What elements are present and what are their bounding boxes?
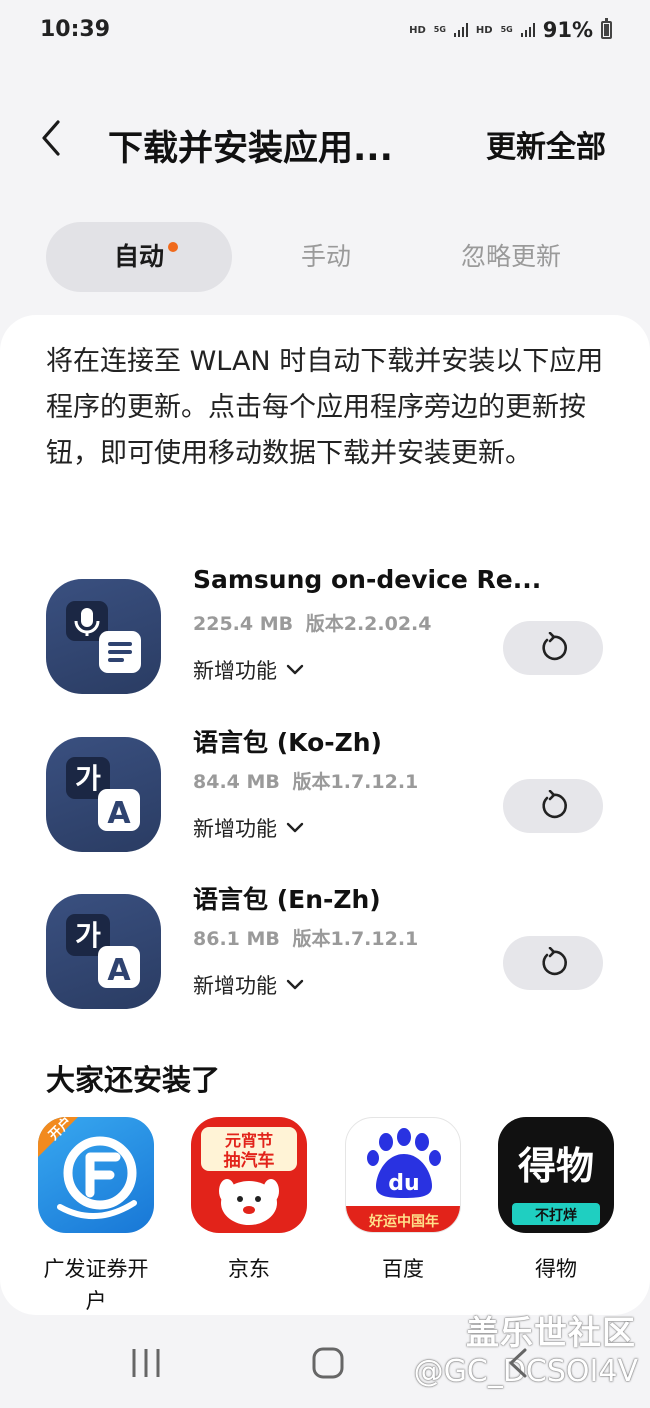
app-list-item: 가 A 语言包 (Ko-Zh) 84.4 MB 版本1.7.12.1 新增功能: [0, 723, 650, 863]
tab-label: 自动: [113, 242, 164, 271]
app-version: 版本1.7.12.1: [292, 928, 419, 950]
tab-ignored[interactable]: 忽略更新: [426, 222, 596, 292]
tab-label: 手动: [300, 242, 351, 271]
recommended-app-gf[interactable]: 开户 广发证券开户: [31, 1117, 161, 1317]
app-list-item: 가 A 语言包 (En-Zh) 86.1 MB 版本1.7.12.1 新增功能: [0, 880, 650, 1020]
signal-icon: [453, 23, 468, 37]
dewu-icon: 得物 不打烊: [498, 1117, 614, 1233]
app-version: 版本2.2.02.4: [305, 613, 432, 635]
icon-text: du: [388, 1171, 419, 1196]
status-icons: HD 5G HD 5G 91%: [409, 18, 612, 42]
app-bar: 下载并安装应用... 更新全部: [0, 100, 650, 180]
app-meta: 86.1 MB 版本1.7.12.1: [193, 924, 418, 951]
whats-new-label: 新增功能: [193, 817, 277, 841]
baidu-paw-icon: du 好运中国年: [345, 1117, 461, 1233]
chevron-down-icon: [286, 979, 304, 990]
app-meta: 225.4 MB 版本2.2.02.4: [193, 609, 432, 636]
chevron-left-icon: [42, 120, 60, 156]
chevron-down-icon: [286, 822, 304, 833]
section-title: 大家还安装了: [46, 1063, 221, 1097]
whats-new-label: 新增功能: [193, 659, 277, 683]
recommended-app-dewu[interactable]: 得物 不打烊 得物: [491, 1117, 621, 1285]
new-badge-dot: [168, 242, 178, 252]
update-button[interactable]: [503, 936, 603, 990]
icon-banner: 好运中国年: [368, 1213, 439, 1230]
home-icon: [312, 1347, 344, 1379]
icon-glyph: A: [107, 796, 131, 831]
hd-indicator: HD: [475, 24, 493, 36]
update-button[interactable]: [503, 779, 603, 833]
recent-apps-button[interactable]: [116, 1338, 176, 1388]
recommended-app-jd[interactable]: 元宵节 抽汽车 京东: [184, 1117, 314, 1285]
navigation-bar: [0, 1318, 650, 1408]
icon-banner: 不打烊: [535, 1207, 577, 1224]
voice-note-icon: [46, 579, 161, 694]
app-size: 225.4 MB: [193, 613, 294, 635]
battery-level: 91%: [542, 18, 593, 42]
whats-new-toggle[interactable]: 新增功能: [193, 813, 305, 843]
refresh-icon: [542, 947, 567, 976]
app-label: 百度: [382, 1257, 424, 1281]
back-button[interactable]: [30, 116, 74, 160]
signal-icon: [520, 23, 535, 37]
icon-text: 抽汽车: [224, 1150, 275, 1171]
recommended-app-baidu[interactable]: du 好运中国年 百度: [338, 1117, 468, 1285]
refresh-icon: [542, 790, 567, 819]
5g-indicator: 5G: [500, 25, 513, 34]
app-version: 版本1.7.12.1: [292, 771, 419, 793]
content-card: 将在连接至 WLAN 时自动下载并安装以下应用程序的更新。点击每个应用程序旁边的…: [0, 315, 650, 1315]
app-name: Samsung on-device Re...: [193, 565, 542, 594]
status-bar: 10:39 HD 5G HD 5G 91%: [0, 0, 650, 62]
app-label: 得物: [535, 1257, 577, 1281]
page-title: 下载并安装应用...: [108, 129, 393, 169]
battery-icon: [601, 18, 612, 39]
tab-bar: 自动 手动 忽略更新: [46, 222, 606, 294]
tab-auto[interactable]: 自动: [46, 222, 232, 292]
chevron-down-icon: [286, 664, 304, 675]
hd-indicator: HD: [409, 24, 426, 36]
update-button[interactable]: [503, 621, 603, 675]
whats-new-toggle[interactable]: 新增功能: [193, 970, 305, 1000]
jd-icon: 元宵节 抽汽车: [191, 1117, 307, 1233]
description-text: 将在连接至 WLAN 时自动下载并安装以下应用程序的更新。点击每个应用程序旁边的…: [46, 346, 604, 469]
icon-text: 元宵节: [225, 1131, 273, 1150]
language-pack-icon: 가 A: [46, 894, 161, 1009]
whats-new-label: 新增功能: [193, 974, 277, 998]
back-nav-button[interactable]: [488, 1338, 548, 1388]
icon-glyph: 가: [75, 919, 101, 952]
home-button[interactable]: [298, 1338, 358, 1388]
tab-label: 忽略更新: [460, 242, 561, 271]
back-nav-icon: [509, 1348, 527, 1378]
whats-new-toggle[interactable]: 新增功能: [193, 655, 305, 685]
app-list-item: Samsung on-device Re... 225.4 MB 版本2.2.0…: [0, 565, 650, 705]
5g-indicator: 5G: [433, 25, 446, 34]
app-label: 广发证券开户: [43, 1257, 149, 1313]
icon-glyph: 가: [75, 762, 101, 795]
app-size: 86.1 MB: [193, 928, 280, 950]
language-pack-icon: 가 A: [46, 737, 161, 852]
refresh-icon: [542, 632, 567, 661]
recent-apps-icon: [132, 1349, 160, 1377]
app-label: 京东: [228, 1257, 270, 1281]
icon-text: 得物: [518, 1144, 594, 1188]
screen: 10:39 HD 5G HD 5G 91% 下载并安装应用... 更新全部 自动…: [0, 0, 650, 1408]
tab-manual[interactable]: 手动: [236, 222, 416, 292]
app-name: 语言包 (En-Zh): [193, 885, 381, 914]
clock: 10:39: [40, 17, 111, 42]
app-meta: 84.4 MB 版本1.7.12.1: [193, 767, 418, 794]
app-size: 84.4 MB: [193, 771, 280, 793]
update-all-button[interactable]: 更新全部: [486, 122, 606, 166]
gf-securities-icon: 开户: [38, 1117, 154, 1233]
icon-glyph: A: [107, 953, 131, 988]
app-name: 语言包 (Ko-Zh): [193, 728, 382, 757]
